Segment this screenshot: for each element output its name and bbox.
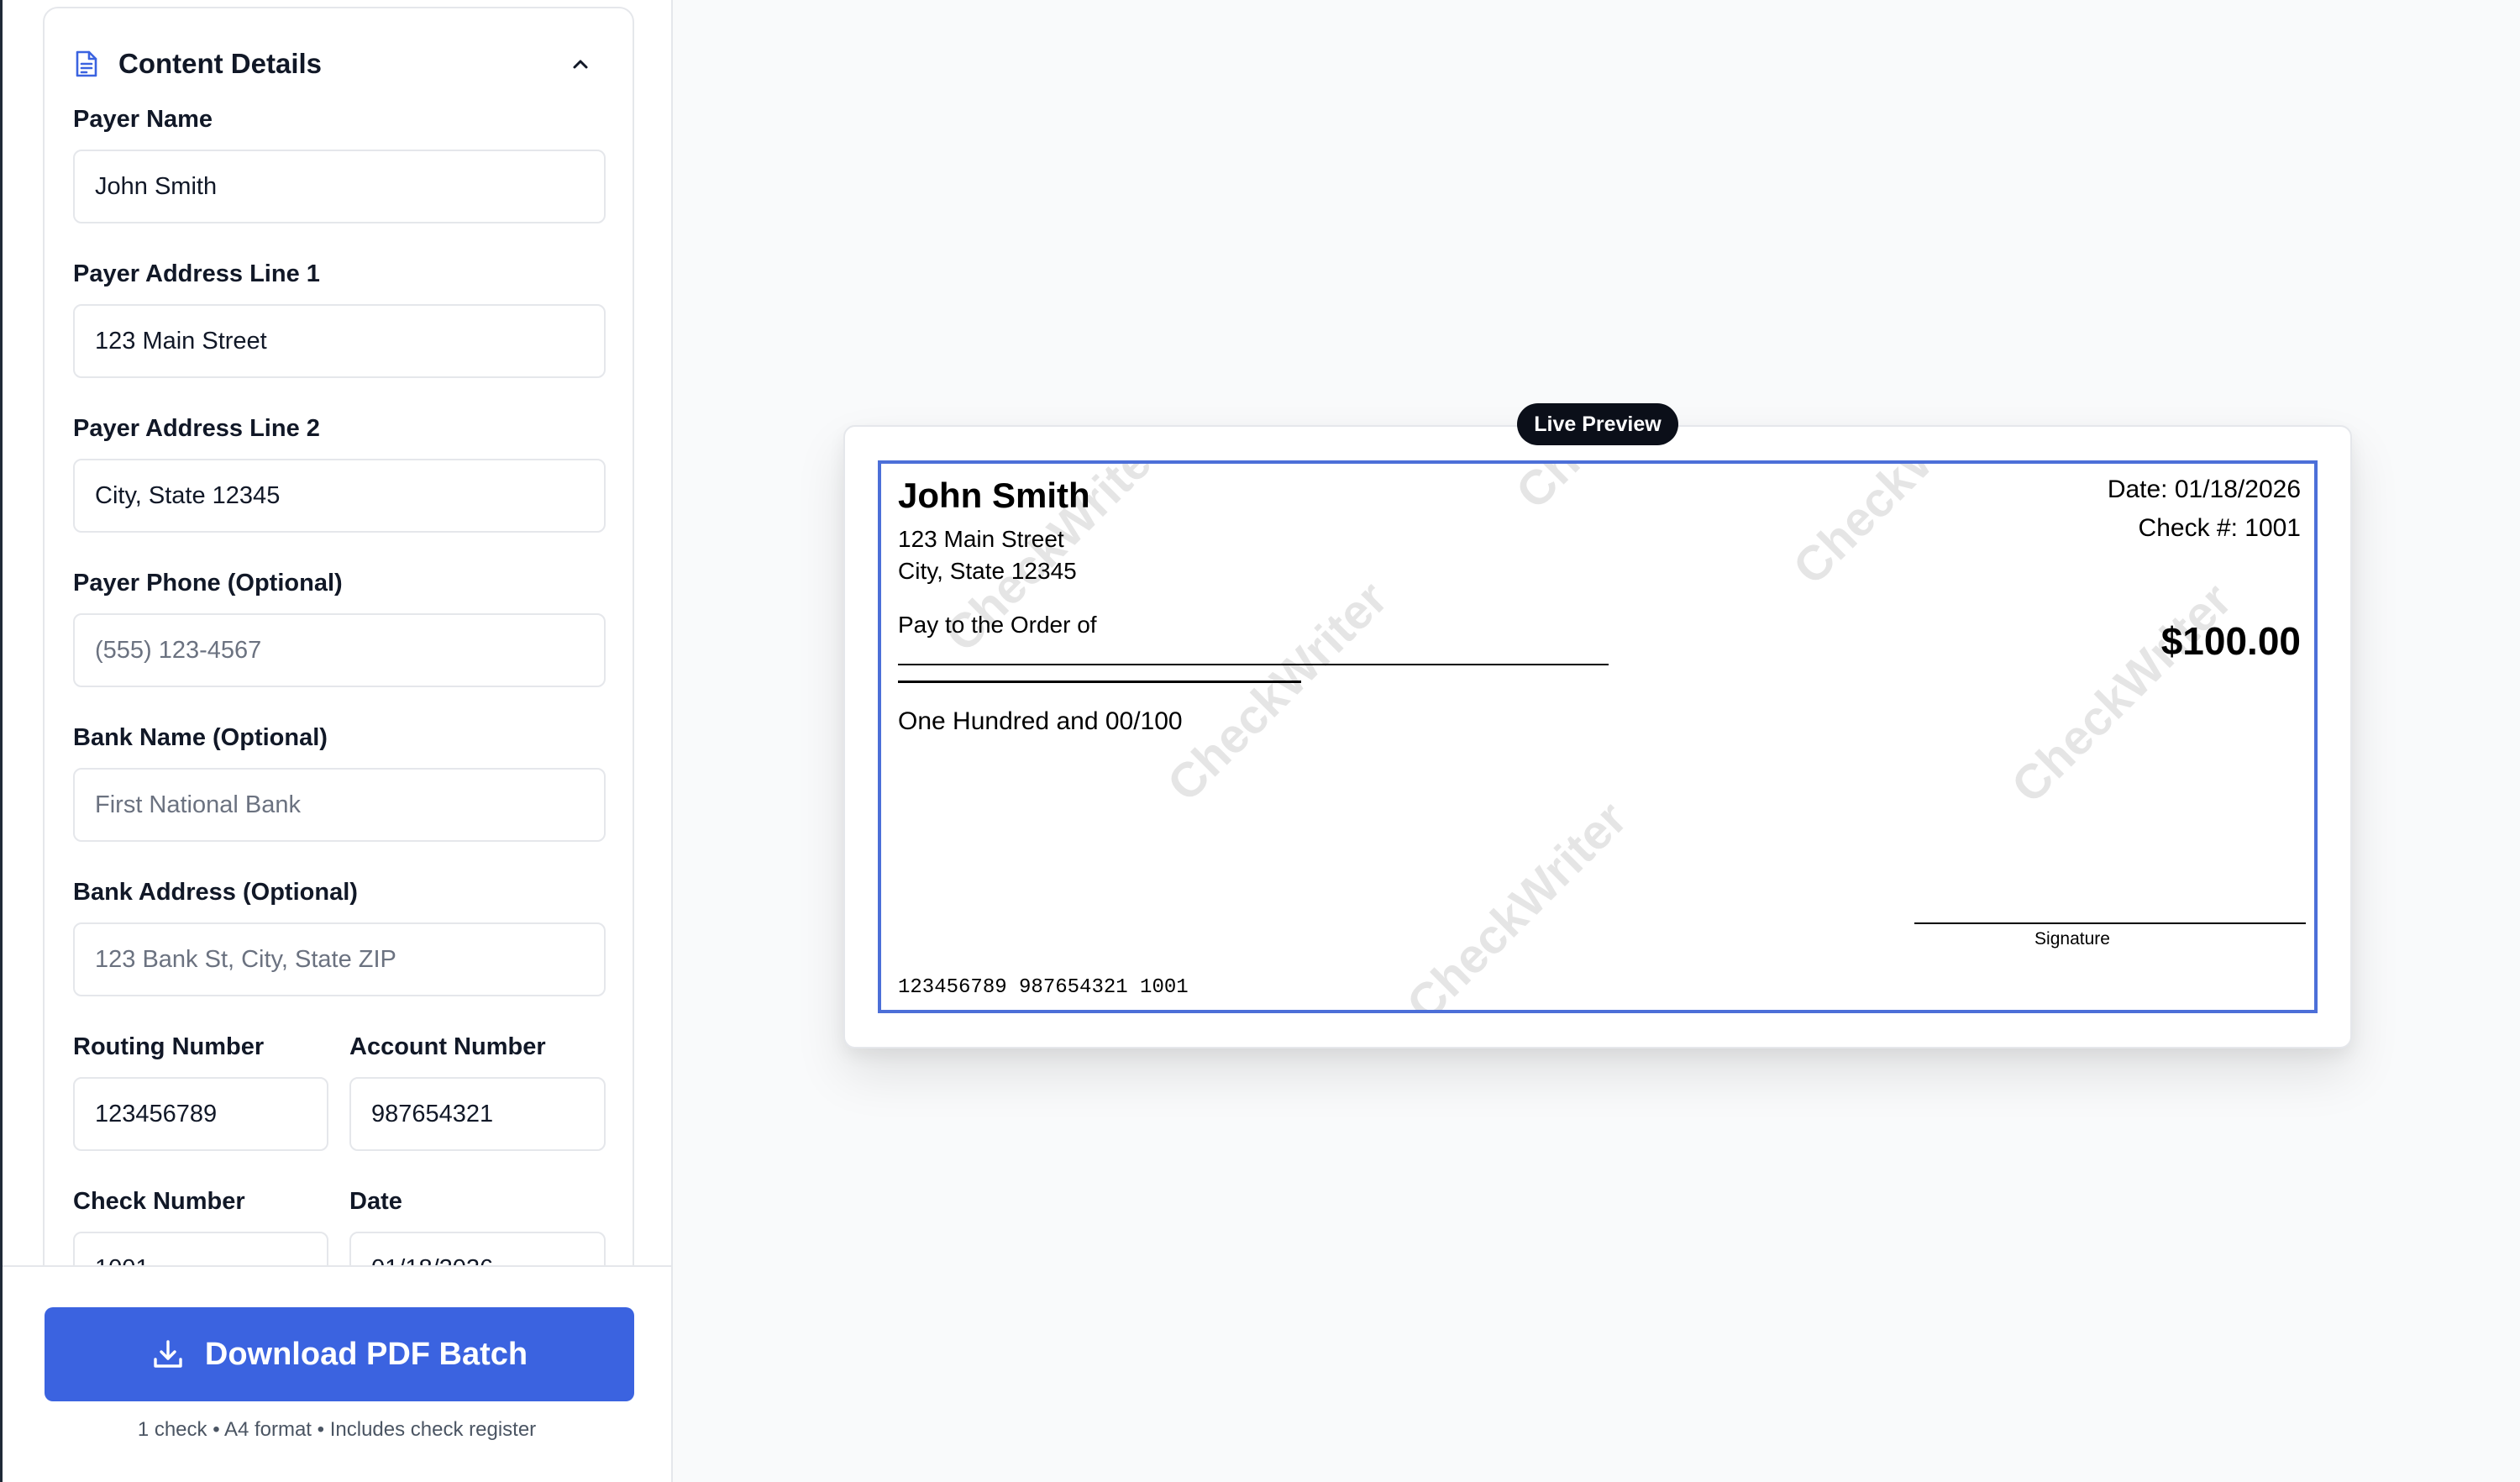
download-pdf-button[interactable]: Download PDF Batch: [45, 1307, 634, 1401]
micr-line: 123456789 987654321 1001: [898, 976, 1189, 999]
signature-line: [1914, 922, 2306, 924]
bank-name-label: Bank Name (Optional): [73, 724, 328, 751]
watermark: CheckWriter: [1782, 460, 2024, 596]
check-payer-name: John Smith: [898, 476, 1090, 515]
payer-name-label: Payer Name: [73, 106, 213, 133]
date-label: Date: [349, 1188, 402, 1215]
bank-name-input[interactable]: First National Bank: [73, 768, 606, 842]
date-input[interactable]: 01/18/2026: [349, 1232, 606, 1265]
chevron-up-icon[interactable]: [565, 49, 596, 79]
content-details-title: Content Details: [118, 48, 323, 79]
account-number-label: Account Number: [349, 1033, 546, 1060]
live-preview-badge: Live Preview: [1517, 403, 1678, 445]
document-icon: [73, 50, 100, 77]
account-number-input[interactable]: 987654321: [349, 1077, 606, 1151]
payee-underline: [898, 681, 1301, 683]
check-preview: CheckWriter CheckWriter CheckWriter Chec…: [878, 460, 2318, 1013]
check-number: Check #: 1001: [2138, 514, 2301, 542]
payer-name-input[interactable]: John Smith: [73, 150, 606, 223]
pay-to-order-label: Pay to the Order of: [898, 612, 1097, 638]
watermark: CheckWriter: [1396, 791, 1638, 1013]
payer-address1-input[interactable]: 123 Main Street: [73, 304, 606, 378]
download-pdf-label: Download PDF Batch: [204, 1336, 528, 1372]
check-amount: $100.00: [2160, 619, 2301, 663]
bank-address-label: Bank Address (Optional): [73, 879, 358, 906]
payer-phone-input[interactable]: (555) 123-4567: [73, 613, 606, 687]
watermark: CheckWriter: [1157, 570, 1399, 812]
check-amount-words: One Hundred and 00/100: [898, 707, 1183, 735]
payer-address2-label: Payer Address Line 2: [73, 415, 320, 442]
download-note: 1 check • A4 format • Includes check reg…: [137, 1418, 537, 1441]
payer-address1-label: Payer Address Line 1: [73, 260, 320, 287]
payer-phone-label: Payer Phone (Optional): [73, 570, 343, 596]
check-payer-address2: City, State 12345: [898, 558, 1077, 584]
watermark: CheckWriter: [1505, 464, 1747, 520]
sidebar-scroll-area[interactable]: Content Details Payer Name John Smith Pa…: [3, 0, 671, 1265]
payee-line: [898, 664, 1609, 665]
routing-number-input[interactable]: 123456789: [73, 1077, 328, 1151]
check-date: Date: 01/18/2026: [2107, 476, 2301, 503]
download-icon: [151, 1337, 185, 1371]
bank-address-input[interactable]: 123 Bank St, City, State ZIP: [73, 922, 606, 996]
check-number-input[interactable]: 1001: [73, 1232, 328, 1265]
payer-address2-input[interactable]: City, State 12345: [73, 459, 606, 533]
check-payer-address1: 123 Main Street: [898, 526, 1064, 552]
watermark: CheckWriter: [2001, 572, 2243, 814]
content-details-header[interactable]: Content Details: [73, 40, 607, 87]
signature-label: Signature: [2034, 929, 2110, 949]
sidebar: Content Details Payer Name John Smith Pa…: [0, 0, 673, 1482]
sidebar-footer: Download PDF Batch 1 check • A4 format •…: [3, 1265, 671, 1482]
routing-number-label: Routing Number: [73, 1033, 265, 1060]
check-number-label: Check Number: [73, 1188, 245, 1215]
